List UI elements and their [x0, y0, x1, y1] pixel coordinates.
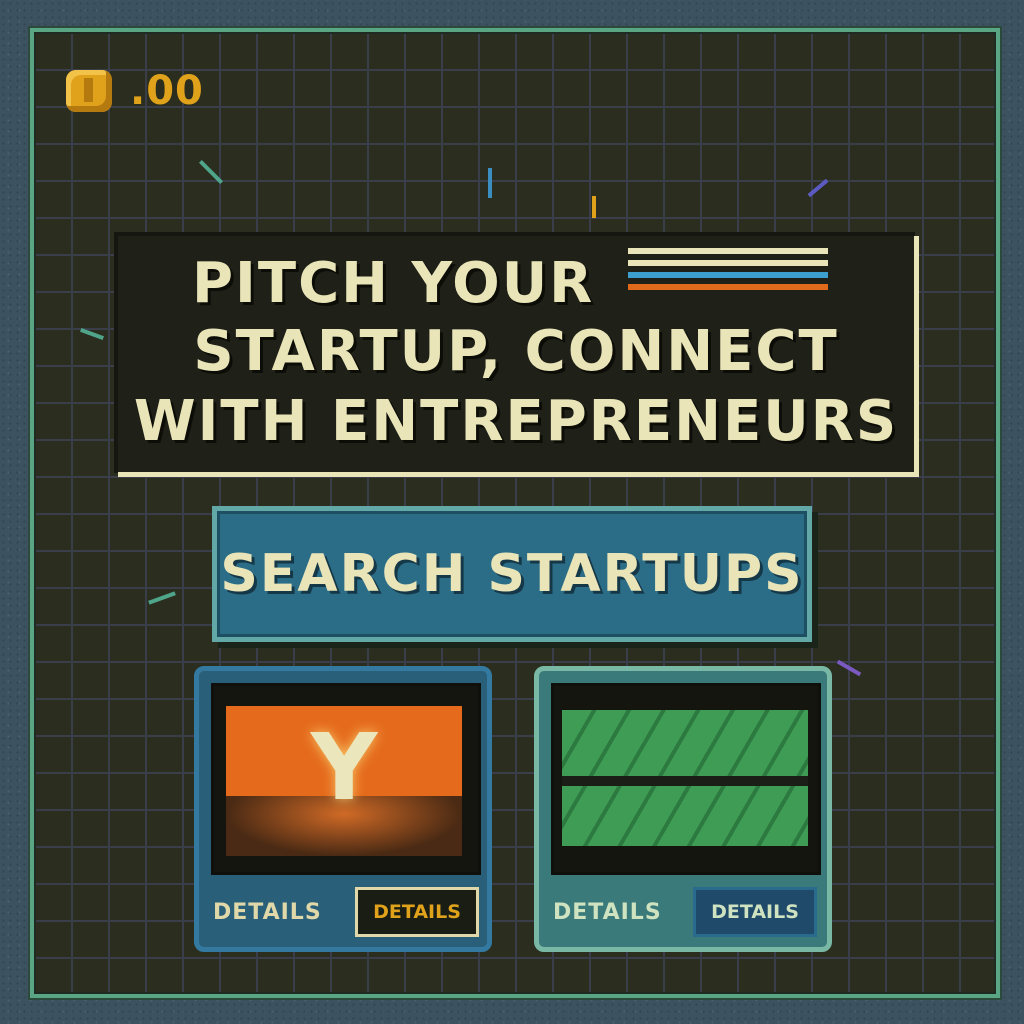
title-panel: PITCH YOUR STARTUP, CONNECT WITH ENTREPR… [118, 236, 919, 477]
card-label: DETAILS [553, 900, 662, 925]
details-button[interactable]: DETAILS [693, 887, 817, 937]
startup-card[interactable]: DETAILS DETAILS [534, 666, 832, 952]
coin-counter: .00 [66, 68, 204, 114]
title-stripes [628, 248, 828, 296]
title-line-3: WITH ENTREPRENEURS [133, 389, 899, 454]
details-button[interactable]: DETAILS [355, 887, 479, 937]
decorative-spark [488, 168, 492, 198]
startup-image: Y [226, 706, 462, 856]
search-startups-button[interactable]: SEARCH STARTUPS [212, 506, 812, 642]
startup-card[interactable]: Y DETAILS DETAILS [194, 666, 492, 952]
y-logo: Y [310, 714, 378, 821]
coin-value: .00 [130, 68, 204, 114]
coin-icon [66, 70, 112, 112]
card-image-frame [551, 683, 821, 875]
card-image-frame: Y [211, 683, 481, 875]
title-line-1: PITCH YOUR [192, 251, 595, 316]
image-divider [562, 776, 808, 786]
startup-image [562, 710, 808, 846]
decorative-spark [592, 196, 596, 218]
title-line-2: STARTUP, CONNECT [193, 319, 839, 384]
card-label: DETAILS [213, 900, 322, 925]
